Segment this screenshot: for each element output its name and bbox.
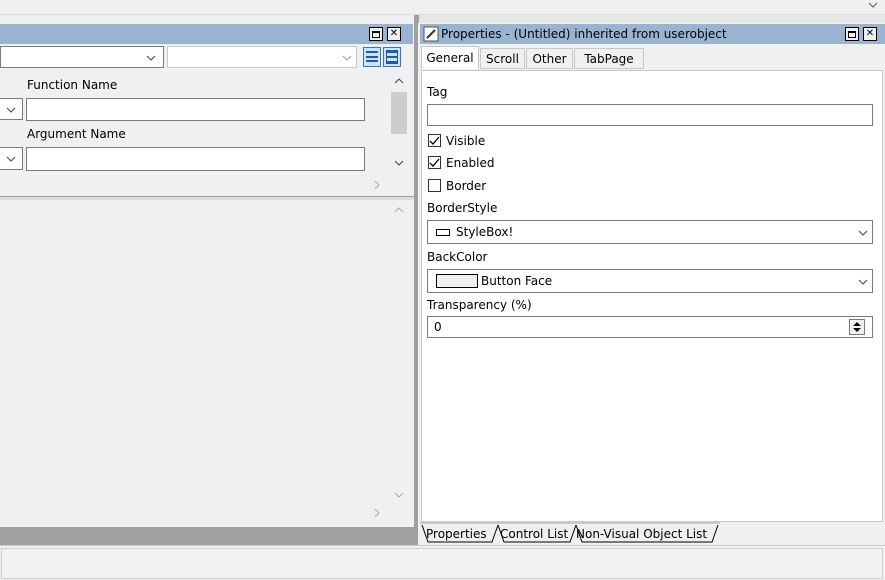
- chevron-down-icon[interactable]: [394, 492, 404, 498]
- chevron-down-icon[interactable]: [394, 160, 404, 166]
- properties-top-edge: [418, 15, 885, 23]
- color-swatch-icon: [436, 274, 478, 288]
- chevron-down-icon: [858, 230, 868, 236]
- left-panel-titlebar: [0, 24, 413, 44]
- script-editor-area[interactable]: [0, 200, 414, 520]
- chevron-down-icon: [6, 107, 16, 113]
- tag-label: Tag: [427, 85, 448, 99]
- chevron-down-icon: [146, 55, 156, 61]
- object-combo[interactable]: [0, 46, 164, 68]
- properties-title: Properties - (Untitled) inherited from u…: [441, 27, 727, 41]
- chevron-right-icon[interactable]: [374, 508, 380, 518]
- bottom-tab-properties[interactable]: Properties: [426, 527, 487, 541]
- top-strip: [0, 0, 885, 15]
- border-label: Border: [446, 179, 487, 193]
- tab-other[interactable]: Other: [526, 48, 573, 69]
- scrollbar-thumb[interactable]: [391, 92, 407, 134]
- argument-name-label: Argument Name: [27, 127, 126, 141]
- property-sheet: [421, 70, 883, 522]
- tag-input[interactable]: [427, 104, 873, 126]
- checkmark-icon: [429, 136, 440, 145]
- spin-arrows-icon: [853, 322, 861, 332]
- maximize-icon[interactable]: [845, 27, 859, 41]
- function-name-input[interactable]: [26, 98, 365, 121]
- upper-vertical-scrollbar[interactable]: [389, 72, 409, 176]
- chevron-down-icon: [6, 156, 16, 162]
- chevron-up-icon[interactable]: [394, 78, 404, 84]
- transparency-value: 0: [434, 320, 442, 334]
- visible-checkbox[interactable]: [428, 134, 441, 147]
- border-checkbox[interactable]: [428, 179, 441, 192]
- argument-type-combo[interactable]: [0, 147, 23, 170]
- backcolor-value: Button Face: [481, 274, 553, 288]
- chevron-down-icon: [858, 279, 868, 285]
- backcolor-label: BackColor: [427, 250, 488, 264]
- bottom-tab-control-list[interactable]: Control List: [500, 527, 568, 541]
- status-panel: [1, 548, 883, 579]
- close-icon[interactable]: ✕: [863, 27, 877, 41]
- backcolor-combo[interactable]: Button Face: [427, 269, 873, 293]
- tab-general[interactable]: General: [421, 46, 479, 69]
- enabled-checkbox[interactable]: [428, 156, 441, 169]
- chevron-right-icon[interactable]: [374, 180, 380, 190]
- borderstyle-combo[interactable]: StyleBox!: [427, 220, 873, 244]
- tab-scroll[interactable]: Scroll: [480, 48, 525, 69]
- detail-view-icon[interactable]: [383, 47, 401, 67]
- left-panel-footer: [0, 527, 414, 545]
- enabled-label: Enabled: [446, 156, 495, 170]
- bottom-tab-non-visual-object-list[interactable]: Non-Visual Object List: [576, 527, 707, 541]
- spin-button[interactable]: [849, 319, 865, 335]
- chevron-down-icon[interactable]: [868, 2, 878, 10]
- list-view-icon[interactable]: [363, 47, 381, 67]
- argument-name-input[interactable]: [26, 147, 365, 171]
- transparency-input[interactable]: 0: [427, 316, 873, 338]
- chevron-up-icon[interactable]: [394, 207, 404, 213]
- properties-bottom-tabs: Properties Control List Non-Visual Objec…: [418, 522, 885, 545]
- borderstyle-value: StyleBox!: [456, 225, 514, 239]
- properties-pen-icon: [423, 26, 439, 42]
- maximize-icon[interactable]: [369, 27, 383, 41]
- visible-label: Visible: [446, 134, 486, 148]
- checkmark-icon: [429, 158, 440, 167]
- event-combo[interactable]: [167, 46, 357, 68]
- tab-tabpage[interactable]: TabPage: [574, 48, 644, 69]
- stylebox-swatch-icon: [436, 229, 450, 236]
- function-name-label: Function Name: [27, 78, 118, 92]
- transparency-label: Transparency (%): [427, 298, 532, 312]
- borderstyle-label: BorderStyle: [427, 201, 498, 215]
- function-type-combo[interactable]: [0, 98, 23, 120]
- chevron-down-icon: [342, 55, 352, 61]
- close-icon[interactable]: ✕: [387, 27, 401, 41]
